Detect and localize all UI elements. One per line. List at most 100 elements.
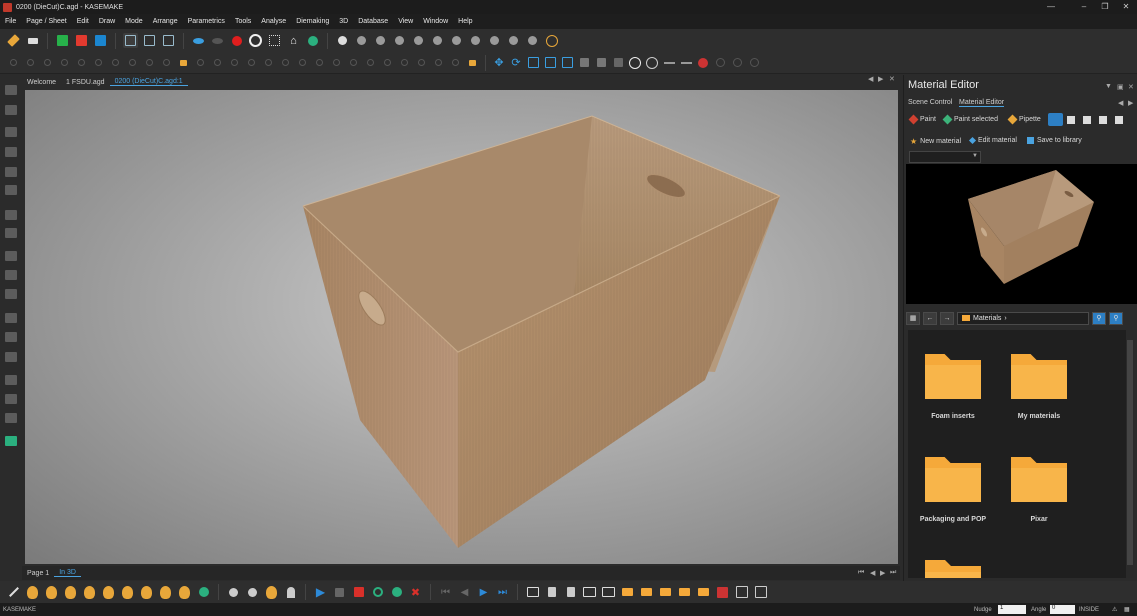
folder-open-5-icon[interactable] — [696, 585, 711, 600]
tool-16-icon[interactable] — [5, 394, 17, 404]
menu-file[interactable]: File — [0, 18, 21, 25]
pipette-button[interactable]: Pipette — [1007, 114, 1041, 125]
stop-icon[interactable] — [332, 585, 347, 600]
folder-open-4-icon[interactable] — [677, 585, 692, 600]
material-selector[interactable]: ▼ — [909, 151, 981, 163]
select-pointer-icon[interactable] — [123, 33, 138, 48]
user-light-icon[interactable] — [264, 585, 279, 600]
node-6-icon[interactable] — [397, 56, 411, 70]
node-7-icon[interactable] — [414, 56, 428, 70]
sphere-view-button[interactable] — [1048, 113, 1063, 126]
node-9-icon[interactable] — [448, 56, 462, 70]
camera-settings-icon[interactable] — [601, 585, 616, 600]
bug-icon[interactable] — [389, 585, 404, 600]
capture-icon[interactable] — [370, 585, 385, 600]
eraser-tool-icon[interactable] — [25, 33, 40, 48]
next-frame-icon[interactable]: ▶ — [476, 585, 491, 600]
view-iso-icon[interactable] — [560, 56, 574, 70]
remove-icon[interactable]: ✖ — [408, 585, 423, 600]
tool-17-icon[interactable] — [5, 413, 17, 423]
target-icon[interactable] — [248, 33, 263, 48]
light-4-icon[interactable] — [82, 585, 97, 600]
cube-view-2-icon[interactable] — [1083, 116, 1091, 124]
menu-mode[interactable]: Mode — [120, 18, 148, 25]
hidden-eye-icon[interactable] — [210, 33, 225, 48]
export-2-icon[interactable] — [563, 585, 578, 600]
camera-1-icon[interactable] — [226, 585, 241, 600]
menu-database[interactable]: Database — [353, 18, 393, 25]
save-to-library-button[interactable]: Save to library — [1027, 137, 1082, 144]
cube-view-1-icon[interactable] — [1067, 116, 1075, 124]
lock-icon[interactable] — [176, 56, 190, 70]
tab-close-icon[interactable]: ✕ — [889, 75, 895, 83]
prev-frame-icon[interactable]: ◀ — [457, 585, 472, 600]
orbit-icon[interactable]: ⟳ — [509, 56, 523, 70]
library-view-icon[interactable]: ▦ — [906, 311, 920, 325]
tool-3-icon[interactable] — [5, 127, 17, 137]
tab-diecut[interactable]: 0200 (DieCut)C.agd:1 — [109, 78, 188, 86]
tool-2-icon[interactable] — [5, 105, 17, 115]
search-icon[interactable]: ⚲ — [1092, 311, 1106, 325]
tool-14-icon[interactable] — [5, 352, 17, 362]
zoom-fit-icon[interactable] — [526, 56, 540, 70]
angle-input[interactable]: 0 — [1050, 605, 1075, 614]
tool-9-icon[interactable] — [5, 251, 17, 261]
animate-icon[interactable] — [611, 56, 625, 70]
cube-view-4-icon[interactable] — [1115, 116, 1123, 124]
rotate-1-icon[interactable] — [193, 56, 207, 70]
wand-icon[interactable] — [6, 585, 21, 600]
menu-parametrics[interactable]: Parametrics — [183, 18, 230, 25]
tool-10-icon[interactable] — [5, 270, 17, 280]
snap-8-icon[interactable] — [125, 56, 139, 70]
pen-tool-icon[interactable] — [6, 33, 21, 48]
globe-icon[interactable] — [628, 56, 642, 70]
page-first-icon[interactable]: ⏮ — [858, 569, 864, 577]
snap-6-icon[interactable] — [91, 56, 105, 70]
select-area-icon[interactable] — [142, 33, 157, 48]
3d-export-icon[interactable] — [715, 585, 730, 600]
zoom-icon[interactable]: ⚲ — [1109, 311, 1123, 325]
snap-7-icon[interactable] — [108, 56, 122, 70]
node-1-icon[interactable] — [312, 56, 326, 70]
light-6-icon[interactable] — [120, 585, 135, 600]
folder-open-1-icon[interactable] — [620, 585, 635, 600]
view-front-icon[interactable] — [543, 56, 557, 70]
page-prev-icon[interactable]: ◀ — [870, 569, 875, 577]
light-9-icon[interactable] — [177, 585, 192, 600]
light-5-icon[interactable] — [101, 585, 116, 600]
tab-fsdu[interactable]: 1 FSDU.agd — [61, 79, 110, 86]
nudge-input[interactable]: 1 — [998, 605, 1026, 614]
rotate-2-icon[interactable] — [210, 56, 224, 70]
menu-analyse[interactable]: Analyse — [256, 18, 291, 25]
menu-page-sheet[interactable]: Page / Sheet — [21, 18, 71, 25]
camera-snapshot-icon[interactable] — [582, 585, 597, 600]
node-5-icon[interactable] — [380, 56, 394, 70]
light-2-icon[interactable] — [44, 585, 59, 600]
folder-foam-inserts[interactable]: Foam inserts — [913, 345, 993, 420]
cube-view-3-icon[interactable] — [1099, 116, 1107, 124]
fold-tool-5-icon[interactable] — [411, 33, 426, 48]
link-3-icon[interactable] — [747, 56, 761, 70]
export-1-icon[interactable] — [544, 585, 559, 600]
package-3d-icon[interactable] — [544, 33, 559, 48]
grid-icon[interactable]: ▦ — [1124, 606, 1130, 613]
rotate-6-icon[interactable] — [278, 56, 292, 70]
paint-button[interactable]: Paint — [908, 114, 936, 125]
menu-3d[interactable]: 3D — [334, 18, 353, 25]
menu-window[interactable]: Window — [418, 18, 453, 25]
red-layer-button[interactable] — [74, 33, 89, 48]
paint-selected-button[interactable]: Paint selected — [942, 114, 998, 125]
snap-4-icon[interactable] — [57, 56, 71, 70]
restore-window-button[interactable]: ❐ — [1094, 0, 1116, 14]
tool-8-icon[interactable] — [5, 228, 17, 238]
unfold-icon[interactable] — [594, 56, 608, 70]
tab-scroll-left-icon[interactable]: ◀ — [868, 75, 873, 83]
tab-in-3d[interactable]: In 3D — [54, 569, 81, 577]
menu-view[interactable]: View — [393, 18, 418, 25]
slider-2-icon[interactable] — [679, 56, 693, 70]
rotate-7-icon[interactable] — [295, 56, 309, 70]
snap-5-icon[interactable] — [74, 56, 88, 70]
menu-tools[interactable]: Tools — [230, 18, 256, 25]
folder-scrollbar[interactable] — [1126, 330, 1134, 578]
subtab-next-icon[interactable]: ▶ — [1128, 99, 1133, 107]
